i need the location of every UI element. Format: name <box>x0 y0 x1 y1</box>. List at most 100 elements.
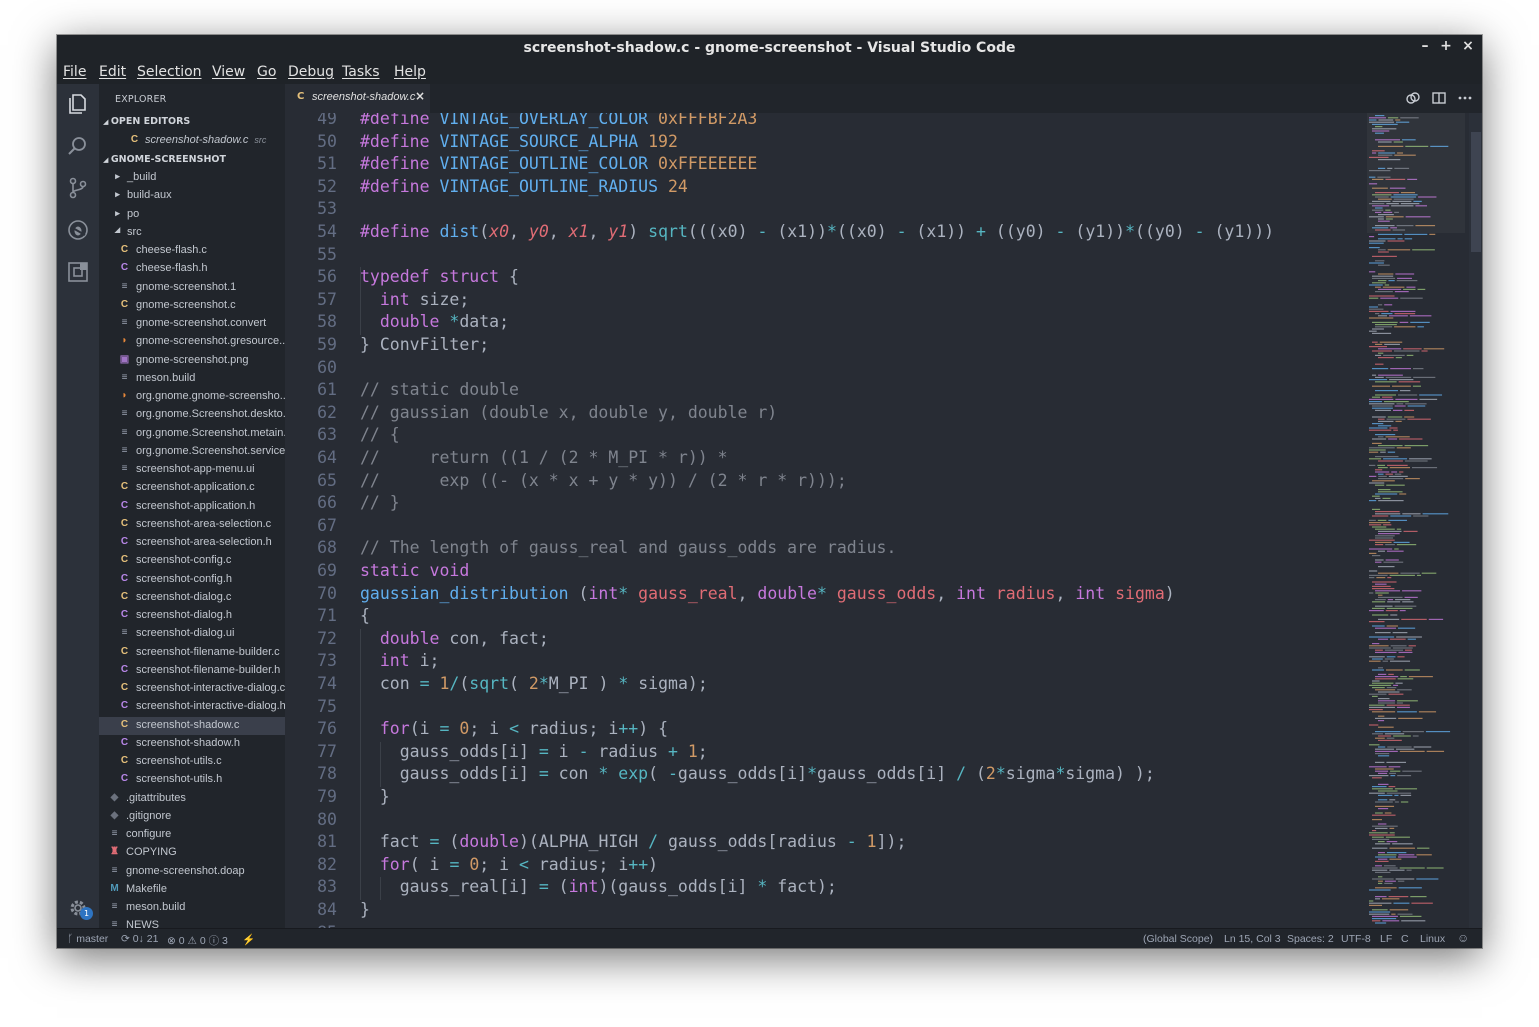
code-token: - <box>1055 222 1066 241</box>
folder-src[interactable]: ◢ src <box>99 224 285 242</box>
text-file-icon: ≡ <box>111 864 118 876</box>
extensions-icon[interactable] <box>66 260 90 284</box>
more-actions-icon[interactable] <box>1457 90 1473 106</box>
minimap[interactable] <box>1367 113 1465 928</box>
minimap-line <box>1369 900 1374 902</box>
cursor-position[interactable]: Ln 15, Col 3 <box>1224 933 1281 945</box>
folder-po[interactable]: ▸ po <box>99 206 285 224</box>
code-token: x1 <box>568 222 589 241</box>
file-tree-item[interactable]: Cscreenshot-application.c <box>99 479 285 497</box>
maximize-button[interactable]: + <box>1438 38 1454 54</box>
file-tree-item[interactable]: Cscreenshot-config.h <box>99 571 285 589</box>
file-tree-item[interactable]: ≡ gnome-screenshot.convert <box>99 315 285 333</box>
open-editors-header[interactable]: ◢ OPEN EDITORS <box>103 116 190 127</box>
file-tree-item[interactable]: Cscreenshot-config.c <box>99 552 285 570</box>
file-tree-item[interactable]: Cscreenshot-interactive-dialog.h <box>99 698 285 716</box>
menu-edit[interactable]: Edit <box>99 64 126 80</box>
tab-close-icon[interactable]: × <box>415 89 425 103</box>
source-control-icon[interactable] <box>66 176 90 200</box>
debug-icon[interactable] <box>66 218 90 242</box>
scrollbar-thumb[interactable] <box>1471 132 1481 252</box>
folder-build-aux[interactable]: ▸ build-aux <box>99 187 285 205</box>
feedback-smiley-icon[interactable]: ☺ <box>1457 931 1469 945</box>
file-tree-item[interactable]: ≡ org.gnome.Screenshot.service... <box>99 443 285 461</box>
folder-build[interactable]: ▸ _build <box>99 169 285 187</box>
file-tree-item[interactable]: ≡ NEWS <box>99 917 285 928</box>
file-tree-item[interactable]: Cscreenshot-dialog.c <box>99 589 285 607</box>
search-icon[interactable] <box>66 134 90 158</box>
minimap-line <box>1369 775 1389 777</box>
scope-indicator[interactable]: (Global Scope) <box>1143 933 1213 945</box>
code-editor[interactable]: 49 #define VINTAGE_OVERLAY_COLOR 0xFFFBF2… <box>285 113 1365 928</box>
line-ending[interactable]: LF <box>1380 933 1392 945</box>
file-tree-item[interactable]: ◗ gnome-screenshot.gresource... <box>99 333 285 351</box>
file-tree-item[interactable]: M Makefile <box>99 881 285 899</box>
menu-view[interactable]: View <box>212 64 245 80</box>
code-token: sigma <box>1005 764 1056 784</box>
file-tree-item[interactable]: Cscreenshot-shadow.h <box>99 735 285 753</box>
problems-indicator[interactable]: ⊗ 0 ⚠ 0 ⓘ 3 <box>167 933 228 948</box>
file-tree-item[interactable]: ♜ COPYING <box>99 844 285 862</box>
platform[interactable]: Linux <box>1420 933 1445 945</box>
file-tree-item[interactable]: ≡ gnome-screenshot.doap <box>99 863 285 881</box>
line-number: 52 <box>317 176 337 196</box>
file-tree-item[interactable]: ≡ meson.build <box>99 370 285 388</box>
menu-help[interactable]: Help <box>394 64 426 80</box>
file-tree-item[interactable]: Cscreenshot-application.h <box>99 498 285 516</box>
minimap-line <box>1378 273 1394 275</box>
split-editor-icon[interactable] <box>1431 90 1447 106</box>
file-tree-item[interactable]: ≡ meson.build <box>99 899 285 917</box>
file-tree-item[interactable]: Cscreenshot-filename-builder.h <box>99 662 285 680</box>
file-tree-item[interactable]: Cscreenshot-interactive-dialog.c <box>99 680 285 698</box>
file-tree-item[interactable]: Cscreenshot-dialog.h <box>99 607 285 625</box>
tab-screenshot-shadow-c[interactable]: C screenshot-shadow.c × <box>285 84 430 113</box>
menu-selection[interactable]: Selection <box>137 64 202 80</box>
file-tree-item[interactable]: ◆ .gitattributes <box>99 790 285 808</box>
code-text: #define VINTAGE_OUTLINE_RADIUS 24 <box>360 177 688 196</box>
file-tree-item[interactable]: Cscreenshot-area-selection.h <box>99 534 285 552</box>
file-tree-item[interactable]: Ccheese-flash.c <box>99 242 285 260</box>
file-tree-item[interactable]: Cgnome-screenshot.c <box>99 297 285 315</box>
sync-indicator[interactable]: ⟳ 0↓ 21 <box>121 933 158 945</box>
file-tree-item[interactable]: ◗ org.gnome.gnome-screensho... <box>99 388 285 406</box>
file-tree-item[interactable]: Cscreenshot-utils.c <box>99 753 285 771</box>
indentation[interactable]: Spaces: 2 <box>1287 933 1334 945</box>
project-header[interactable]: ◢ GNOME-SCREENSHOT <box>103 154 226 165</box>
lightning-icon[interactable]: ⚡ <box>242 933 255 946</box>
code-token: (((x0) <box>687 222 758 241</box>
code-text: #define VINTAGE_SOURCE_ALPHA 192 <box>360 132 678 151</box>
file-tree-item[interactable]: ≡ org.gnome.Screenshot.deskto... <box>99 406 285 424</box>
branch-indicator[interactable]: ᚴ master <box>67 933 108 945</box>
file-tree-item[interactable]: ≡ screenshot-dialog.ui <box>99 625 285 643</box>
explorer-icon[interactable] <box>66 92 90 116</box>
language-mode[interactable]: C <box>1401 933 1409 945</box>
file-tree-item[interactable]: ≡ org.gnome.Screenshot.metain... <box>99 425 285 443</box>
menu-file[interactable]: File <box>63 64 86 80</box>
tab-bar: C screenshot-shadow.c × <box>285 84 1482 113</box>
minimize-button[interactable]: – <box>1417 38 1433 54</box>
menu-go[interactable]: Go <box>257 64 276 80</box>
open-changes-icon[interactable] <box>1405 90 1421 106</box>
code-token: , <box>588 222 609 241</box>
minimap-line <box>1421 572 1437 574</box>
file-tree-item[interactable]: Cscreenshot-area-selection.c <box>99 516 285 534</box>
minimap-line <box>1378 790 1398 792</box>
file-tree-item[interactable]: ≡ gnome-screenshot.1 <box>99 279 285 297</box>
close-button[interactable]: × <box>1460 38 1476 54</box>
file-tree-item[interactable]: ▣ gnome-screenshot.png <box>99 352 285 370</box>
file-tree-item[interactable]: Cscreenshot-utils.h <box>99 771 285 789</box>
file-tree-item[interactable]: ◆ .gitignore <box>99 808 285 826</box>
menu-debug[interactable]: Debug <box>288 64 334 80</box>
code-token: // gaussian (double x, double y, double … <box>360 402 778 422</box>
file-tree-item[interactable]: Cscreenshot-filename-builder.c <box>99 644 285 662</box>
file-tree-item[interactable]: Cscreenshot-shadow.c <box>99 716 285 735</box>
file-tree-item[interactable]: Ccheese-flash.h <box>99 260 285 278</box>
line-number: 49 <box>317 113 337 128</box>
encoding[interactable]: UTF-8 <box>1341 933 1371 945</box>
file-tree-item[interactable]: ≡ configure <box>99 826 285 844</box>
collapse-chevron-icon: ◢ <box>103 118 111 126</box>
code-token: * <box>757 877 768 897</box>
file-tree-item[interactable]: ≡ screenshot-app-menu.ui <box>99 461 285 479</box>
open-editor-item[interactable]: C screenshot-shadow.c src <box>99 132 285 150</box>
menu-tasks[interactable]: Tasks <box>342 64 380 80</box>
